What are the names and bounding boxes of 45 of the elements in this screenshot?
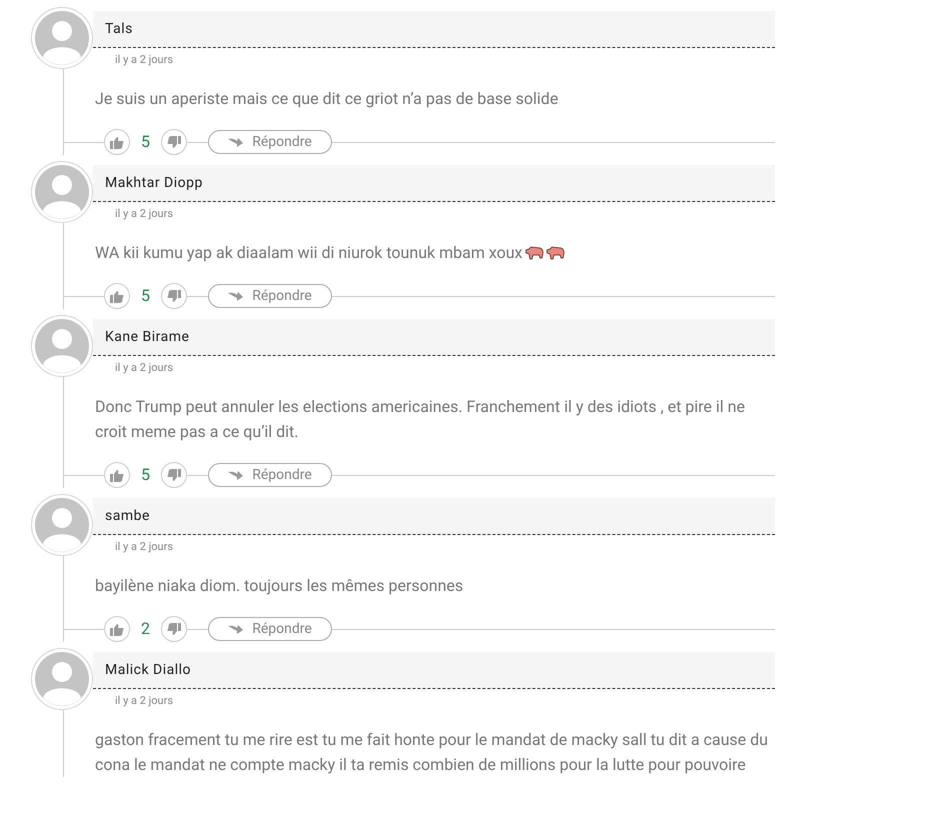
reply-button[interactable]: Répondre xyxy=(208,284,332,308)
thumbs-up-button[interactable] xyxy=(104,283,130,309)
thumbs-up-icon xyxy=(110,622,124,636)
thumbs-down-icon xyxy=(167,622,181,636)
thumbs-down-icon xyxy=(167,136,181,148)
author-name: Tals xyxy=(105,20,133,38)
pig-icon xyxy=(524,246,544,260)
reply-arrow-icon xyxy=(228,137,244,147)
reply-arrow-icon xyxy=(228,470,244,480)
thumbs-down-button[interactable] xyxy=(161,283,187,309)
thumbs-down-icon xyxy=(167,468,181,482)
reply-button[interactable]: Répondre xyxy=(208,463,332,487)
thumbs-up-button[interactable] xyxy=(104,462,130,488)
author-name: Makhtar Diopp xyxy=(105,174,203,192)
thumbs-down-icon xyxy=(167,290,181,302)
comment-time: il y a 2 jours xyxy=(114,360,174,376)
author-name: Malick Diallo xyxy=(105,660,192,680)
reply-button[interactable]: Répondre xyxy=(208,617,332,641)
thumbs-down-button[interactable] xyxy=(161,616,187,642)
thumbs-down-button[interactable] xyxy=(161,129,187,155)
like-count: 5 xyxy=(140,464,151,486)
comment-time: il y a 2 jours xyxy=(114,693,174,709)
thumbs-up-icon xyxy=(110,136,124,148)
comment-text: WA kii kumu yap ak diaalam wii di niurok tounuk mbam xoux xyxy=(95,240,775,265)
like-count: 5 xyxy=(140,285,151,307)
author-name: Kane Birame xyxy=(105,328,190,346)
comment-time: il y a 2 jours xyxy=(114,539,174,555)
comment-text: Je suis un aperiste mais ce que dit ce griot n’a pas de base solide xyxy=(95,88,560,110)
thumbs-up-button[interactable] xyxy=(104,129,130,155)
pig-icon xyxy=(546,246,564,260)
comment-text: gaston fracement tu me rire est tu me fait honte pour le mandat de macky sall tu dit a cause du cona le mandat ne compte macky il ta remis combien de millions pour la lutte pour pouvoire xyxy=(95,729,769,776)
comment-text: bayilène niaka diom. toujours les mêmes personnes xyxy=(95,575,464,597)
like-count: 5 xyxy=(140,131,151,153)
comment-time: il y a 2 jours xyxy=(114,52,174,68)
thumbs-up-icon xyxy=(110,468,124,482)
thumbs-up-icon xyxy=(110,290,124,302)
thumbs-up-button[interactable] xyxy=(104,616,130,642)
comment-time: il y a 2 jours xyxy=(114,206,174,222)
reply-arrow-icon xyxy=(228,291,244,301)
reply-arrow-icon xyxy=(228,624,244,634)
like-count: 2 xyxy=(140,618,151,640)
reply-button[interactable]: Répondre xyxy=(208,130,332,154)
comment-text: Donc Trump peut annuler les elections americaines. Franchement il y des idiots , et pire il ne croit meme pas a ce qu’il dit. xyxy=(95,396,746,443)
thumbs-down-button[interactable] xyxy=(161,462,187,488)
author-name: sambe xyxy=(105,506,150,526)
